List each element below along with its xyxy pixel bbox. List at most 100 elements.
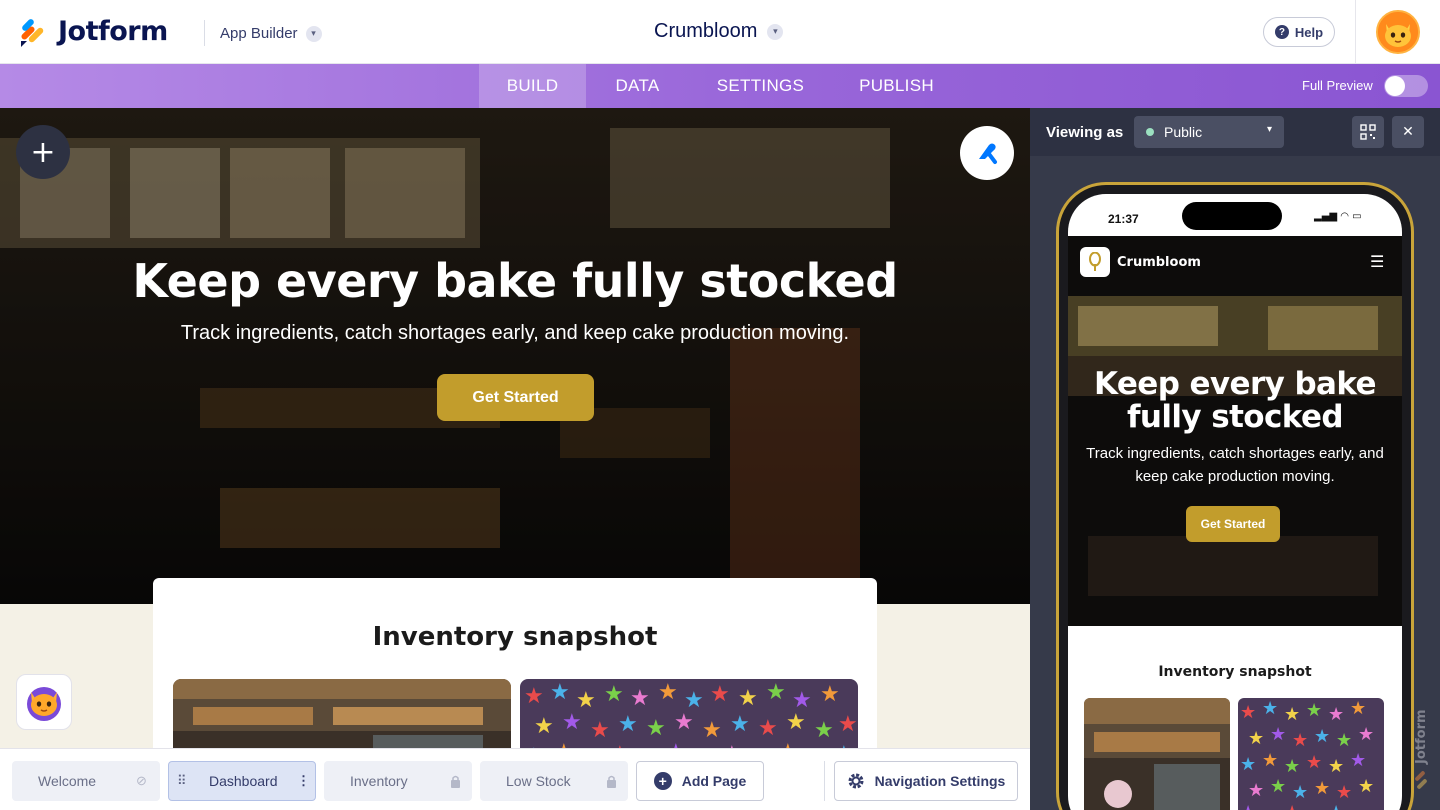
page-tab-label: Low Stock <box>506 773 571 789</box>
svg-text:★: ★ <box>1262 698 1278 719</box>
dynamic-island <box>1182 202 1282 230</box>
mobile-get-started-button[interactable]: Get Started <box>1186 506 1280 542</box>
svg-text:★: ★ <box>838 712 858 737</box>
chevron-down-icon: ▾ <box>767 23 784 40</box>
svg-text:Jotform: Jotform <box>1414 709 1429 765</box>
svg-text:★: ★ <box>1270 724 1286 745</box>
svg-text:★: ★ <box>1240 702 1256 723</box>
help-label: Help <box>1294 24 1324 40</box>
svg-text:★: ★ <box>534 714 554 739</box>
svg-text:★: ★ <box>1328 802 1344 810</box>
pages-bar: Welcome ⊘ ⠿ Dashboard ⋮ Inventory Low St… <box>0 748 1030 810</box>
cat-assistant-icon <box>27 687 61 721</box>
jotform-logo[interactable]: Jotform <box>18 16 168 47</box>
bakery-shelf-image <box>173 679 511 748</box>
qr-code-button[interactable] <box>1352 116 1384 148</box>
page-tab-inventory[interactable]: Inventory <box>324 761 472 801</box>
divider <box>1355 0 1356 64</box>
full-preview-label: Full Preview <box>1302 78 1373 93</box>
svg-text:★: ★ <box>1292 782 1308 803</box>
lock-icon <box>451 775 460 788</box>
svg-text:★: ★ <box>630 686 650 711</box>
chevron-down-icon: ▾ <box>1266 124 1272 135</box>
add-page-button[interactable]: + Add Page <box>636 761 764 801</box>
svg-text:★: ★ <box>674 710 694 735</box>
app-builder-menu[interactable]: App Builder ▾ <box>220 25 322 42</box>
svg-text:★: ★ <box>550 680 570 705</box>
status-dot-icon <box>1146 128 1154 136</box>
preview-panel: Viewing as Public ▾ ✕ 21:37 ▂▄▆ ◠ ▭ Crum… <box>1030 108 1440 810</box>
svg-text:★: ★ <box>604 682 624 707</box>
tab-publish[interactable]: PUBLISH <box>832 64 961 108</box>
svg-text:★: ★ <box>1292 730 1308 751</box>
viewing-as-label: Viewing as <box>1046 124 1124 141</box>
page-tab-label: Welcome <box>38 773 97 789</box>
svg-text:★: ★ <box>646 716 666 741</box>
drag-handle-icon[interactable]: ⠿ <box>177 773 187 789</box>
tab-build[interactable]: BUILD <box>479 64 586 108</box>
inventory-snapshot-card[interactable]: Inventory snapshot ★ ★ ★ ★ ★ ★ ★ ★ ★ ★ ★ ★ ★ ★ ★ <box>153 578 877 748</box>
close-preview-button[interactable]: ✕ <box>1392 116 1424 148</box>
hero-background-image <box>0 108 1030 604</box>
cat-avatar-icon <box>1378 12 1418 52</box>
jotform-watermark-logo: Jotform <box>1414 709 1429 789</box>
tab-data[interactable]: DATA <box>586 64 689 108</box>
svg-text:★: ★ <box>820 682 840 707</box>
main-nav: BUILD DATA SETTINGS PUBLISH <box>0 64 1440 108</box>
svg-text:★: ★ <box>1314 778 1330 799</box>
svg-text:★: ★ <box>766 680 786 705</box>
svg-text:★: ★ <box>1350 698 1366 719</box>
svg-text:★: ★ <box>666 740 686 748</box>
add-element-button[interactable]: + <box>16 125 70 179</box>
divider <box>204 20 205 46</box>
gear-icon <box>848 773 864 789</box>
svg-text:★: ★ <box>814 718 834 743</box>
svg-text:★: ★ <box>1306 700 1322 721</box>
svg-text:★: ★ <box>1336 782 1352 803</box>
brand-name: Jotform <box>58 16 168 47</box>
svg-text:★: ★ <box>1328 704 1344 725</box>
avatar[interactable] <box>1376 10 1420 54</box>
brand-fab[interactable] <box>960 126 1014 180</box>
chevron-down-icon: ▾ <box>305 25 322 42</box>
mobile-section-title: Inventory snapshot <box>1158 664 1312 680</box>
full-preview-toggle[interactable] <box>1384 75 1428 97</box>
toggle-knob <box>1385 76 1405 96</box>
plus-circle-icon: + <box>653 772 672 790</box>
phone-screen: 21:37 ▂▄▆ ◠ ▭ Crumbloom ☰ Keep every bak… <box>1068 194 1402 810</box>
viewing-as-select[interactable]: Public ▾ <box>1134 116 1284 148</box>
svg-text:★: ★ <box>1240 754 1256 775</box>
svg-text:★: ★ <box>1284 756 1300 777</box>
viewing-as-value: Public <box>1164 124 1203 140</box>
more-vertical-icon[interactable]: ⋮ <box>297 773 310 789</box>
top-bar: Jotform App Builder ▾ Crumbloom ▾ ? Help <box>0 0 1440 64</box>
mobile-brand[interactable]: Crumbloom <box>1080 247 1201 277</box>
ai-assistant-button[interactable] <box>16 674 72 730</box>
svg-text:★: ★ <box>658 680 678 705</box>
close-icon: ✕ <box>1402 124 1414 140</box>
tab-settings[interactable]: SETTINGS <box>689 64 832 108</box>
mobile-sprinkles-image: ★★★★★★ ★★★★★★ ★★★★★★ ★★★★★★ ★★★ <box>1238 698 1384 810</box>
svg-text:★: ★ <box>1336 730 1352 751</box>
svg-text:★: ★ <box>730 712 750 737</box>
svg-text:★: ★ <box>1262 750 1278 771</box>
svg-text:★: ★ <box>1314 726 1330 747</box>
page-tab-low-stock[interactable]: Low Stock <box>480 761 628 801</box>
svg-text:★: ★ <box>778 740 798 748</box>
help-button[interactable]: ? Help <box>1263 17 1335 47</box>
hidden-eye-icon[interactable]: ⊘ <box>136 773 147 789</box>
hero-section[interactable]: Keep every bake fully stocked Track ingr… <box>0 108 1030 604</box>
hero-title: Keep every bake fully stocked <box>132 254 898 308</box>
page-tab-dashboard[interactable]: ⠿ Dashboard ⋮ <box>168 761 316 801</box>
mobile-hero-title-line: fully stocked <box>1127 399 1344 435</box>
mobile-hero-title: Keep every bake fully stocked <box>1068 368 1402 434</box>
hamburger-menu-icon[interactable]: ☰ <box>1370 252 1384 271</box>
app-title-menu[interactable]: Crumbloom ▾ <box>654 20 784 43</box>
svg-text:★: ★ <box>710 682 730 707</box>
get-started-button[interactable]: Get Started <box>437 374 594 421</box>
page-tab-welcome[interactable]: Welcome ⊘ <box>12 761 160 801</box>
svg-text:★: ★ <box>1240 802 1256 810</box>
mobile-hero-subtitle: Track ingredients, catch shortages early… <box>1086 445 1384 485</box>
sprinkles-image: ★★★ ★★★ ★★★ ★★★ ★★★ ★★★ ★★★ ★★★ ★★★ ★★★ … <box>520 679 858 748</box>
navigation-settings-button[interactable]: Navigation Settings <box>834 761 1018 801</box>
